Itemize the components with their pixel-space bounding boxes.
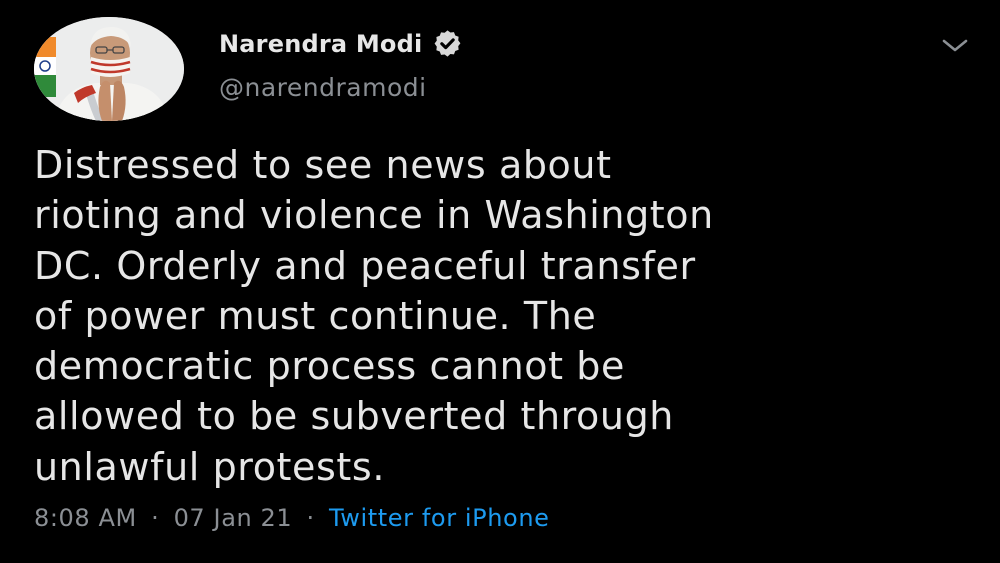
- tweet-time[interactable]: 8:08 AM: [34, 504, 137, 532]
- tweet-card: Narendra Modi @narendramodi Distressed t…: [0, 0, 1000, 563]
- chevron-down-icon[interactable]: [940, 36, 970, 56]
- avatar[interactable]: [34, 17, 184, 121]
- meta-separator: ·: [306, 504, 315, 532]
- avatar-image: [34, 17, 184, 121]
- author-name-row: Narendra Modi: [219, 28, 463, 59]
- author-handle[interactable]: @narendramodi: [219, 73, 427, 102]
- verified-badge-icon: [432, 28, 463, 59]
- tweet-text: Distressed to see news about rioting and…: [34, 143, 714, 489]
- tweet-source-link[interactable]: Twitter for iPhone: [329, 504, 550, 532]
- tweet-date[interactable]: 07 Jan 21: [174, 504, 293, 532]
- meta-separator: ·: [151, 504, 160, 532]
- tweet-meta: 8:08 AM · 07 Jan 21 · Twitter for iPhone: [34, 504, 550, 532]
- author-display-name[interactable]: Narendra Modi: [219, 30, 422, 58]
